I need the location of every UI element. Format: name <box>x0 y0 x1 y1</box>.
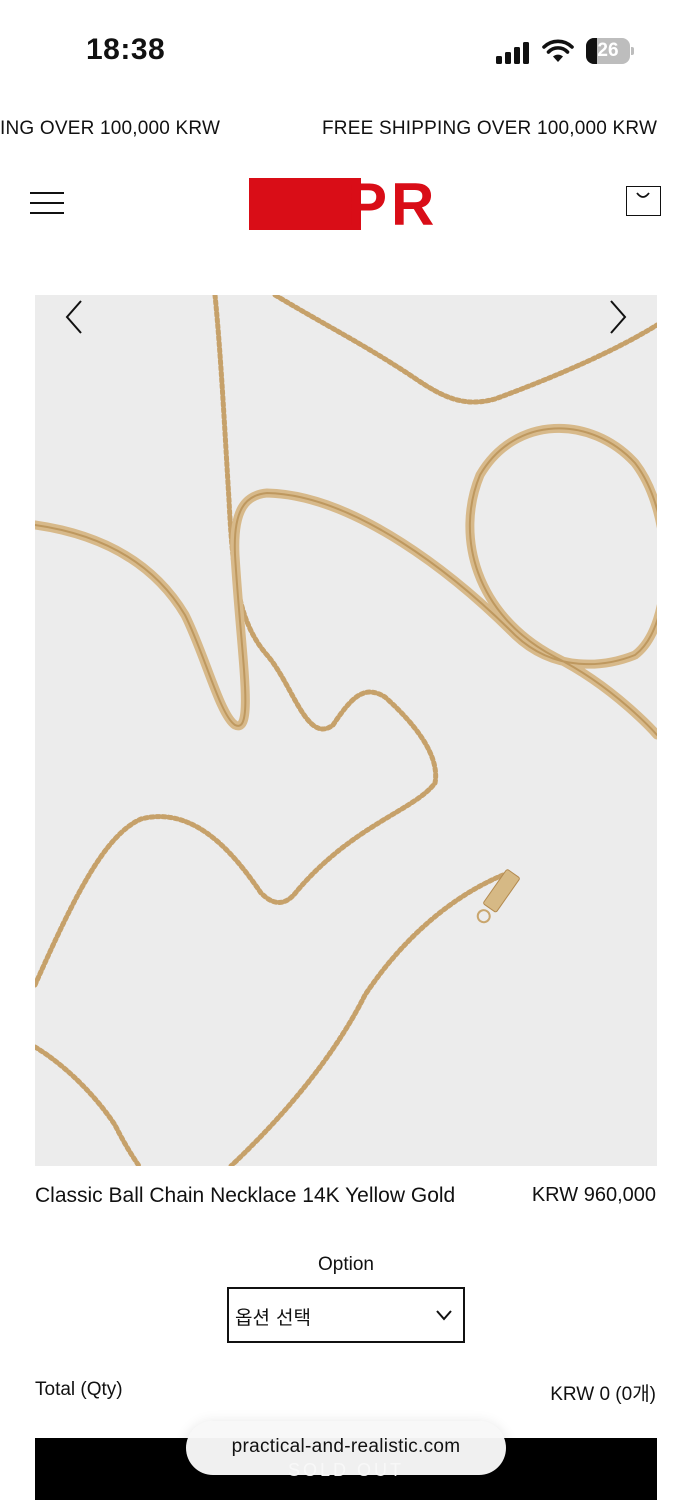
option-select-value: 옵션 선택 <box>235 1307 311 1329</box>
chevron-right-icon[interactable] <box>603 295 633 339</box>
product-price: KRW 960,000 <box>531 1184 656 1206</box>
product-name: Classic Ball Chain Necklace 14K Yellow G… <box>35 1184 456 1207</box>
battery-level: 26 <box>597 40 619 61</box>
shopping-bag-icon[interactable] <box>626 186 661 216</box>
chevron-down-icon <box>436 1310 452 1321</box>
battery-icon: 26 <box>586 38 634 64</box>
option-select[interactable]: 옵션 선택 <box>227 1287 465 1343</box>
url-text: practical-and-realistic.com <box>231 1436 461 1457</box>
product-image[interactable] <box>35 295 657 1166</box>
option-label: Option <box>318 1254 374 1275</box>
bag-handle-icon <box>636 192 650 198</box>
announcement-text: FREE SHIPPING OVER 100,000 KRW <box>322 118 658 139</box>
hamburger-menu-icon[interactable] <box>30 188 66 218</box>
logo-red-bar <box>249 178 361 230</box>
browser-url-bar[interactable]: practical-and-realistic.com <box>186 1421 506 1475</box>
brand-logo[interactable]: PR <box>249 171 445 238</box>
announcement-text-partial: ING OVER 100,000 KRW <box>0 118 221 139</box>
site-header: PR <box>0 160 692 250</box>
status-time: 18:38 <box>86 33 166 66</box>
chevron-left-icon[interactable] <box>59 295 89 339</box>
cellular-signal-icon <box>496 42 529 64</box>
necklace-photo <box>35 295 657 1166</box>
total-value: KRW 0 (0개) <box>550 1384 656 1405</box>
total-label: Total (Qty) <box>35 1379 123 1400</box>
announcement-marquee: ING OVER 100,000 KRW FREE SHIPPING OVER … <box>0 112 692 146</box>
logo-text: PR <box>347 171 439 238</box>
wifi-icon <box>542 39 574 62</box>
status-bar: 18:38 26 <box>0 0 692 100</box>
